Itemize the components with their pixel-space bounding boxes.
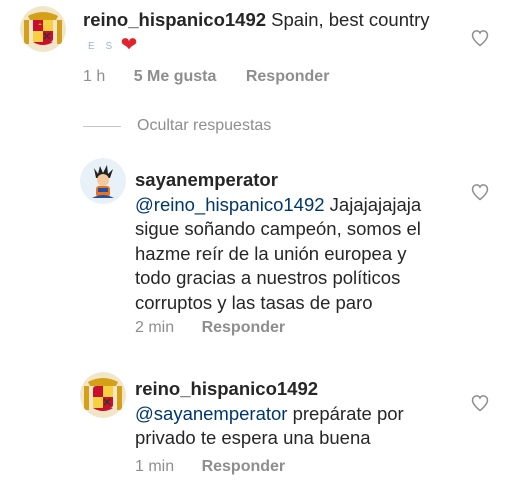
reply-meta: 1 min Responder — [135, 458, 285, 476]
reply-button[interactable]: Responder — [202, 319, 286, 336]
reply-text: sayanemperator @reino_hispanico1492 Jaja… — [135, 168, 465, 315]
like-heart-icon[interactable] — [470, 393, 490, 413]
reply-time: 2 min — [135, 319, 175, 336]
emoji-row: E S ❤ — [88, 34, 138, 56]
reply-body-line: corruptos y las tasas de paro — [135, 291, 373, 313]
reply-body-line: privado te espera una buena — [135, 427, 371, 448]
reply-body-line: Jajajajajaja — [329, 193, 422, 215]
reply-body-line: prepárate por — [292, 402, 404, 424]
red-heart-icon: ❤ — [120, 34, 138, 56]
comment-time: 1 h — [83, 68, 106, 85]
comment-meta: 1 h 5 Me gusta Responder — [83, 68, 329, 86]
reply-button[interactable]: Responder — [202, 458, 286, 475]
reply-body-line: sigue soñando campeón, somos el — [135, 218, 421, 239]
reply-meta: 2 min Responder — [135, 319, 285, 337]
reply-time: 1 min — [135, 458, 175, 475]
reply-mention[interactable]: @sayanemperator — [135, 403, 287, 424]
like-heart-icon[interactable] — [470, 182, 490, 202]
flag-letters: E S — [88, 41, 117, 52]
reply-text: reino_hispanico1492 @sayanemperator prep… — [135, 377, 465, 451]
reply-mention[interactable]: @reino_hispanico1492 — [135, 194, 325, 215]
like-heart-icon[interactable] — [470, 28, 490, 48]
avatar[interactable] — [20, 6, 66, 52]
comment-text: reino_hispanico1492 Spain, best country — [83, 8, 473, 33]
coat-of-arms-icon — [80, 372, 126, 418]
reply-username[interactable]: sayanemperator — [135, 168, 465, 193]
avatar[interactable] — [80, 372, 126, 418]
comment-username[interactable]: reino_hispanico1492 — [83, 9, 266, 30]
likes-count[interactable]: 5 Me gusta — [134, 68, 217, 85]
reply-body-line: hazme reír de la unión europea y — [135, 242, 407, 264]
coat-of-arms-icon — [20, 6, 66, 52]
hide-replies-button[interactable]: Ocultar respuestas — [137, 117, 271, 135]
comment-body: Spain, best country — [271, 9, 430, 30]
reply-username[interactable]: reino_hispanico1492 — [135, 377, 465, 402]
avatar[interactable] — [80, 158, 126, 204]
reply-body-line: todo gracias a nuestros políticos — [135, 267, 401, 288]
replies-divider — [83, 126, 121, 127]
anime-character-icon — [80, 158, 126, 204]
reply-button[interactable]: Responder — [246, 68, 330, 85]
